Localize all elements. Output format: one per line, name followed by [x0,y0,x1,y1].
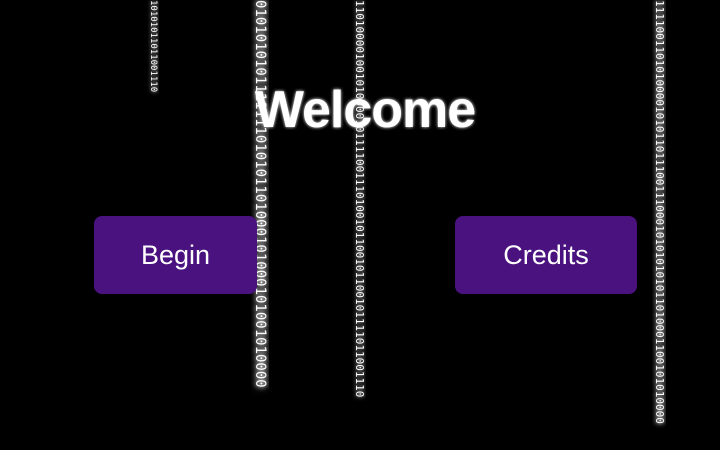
main-menu-screen: 10101011011001110 0101010101111111010101… [0,0,720,450]
binary-rain-text: 10101011011001110 [148,0,158,93]
credits-button[interactable]: Credits [455,216,637,294]
binary-rain-column: 1101000010010100001011110011101001011001… [352,0,366,450]
binary-rain-text: 1101000010010100001011110011101001011001… [353,0,366,398]
begin-button[interactable]: Begin [94,216,257,294]
binary-rain-column: 1111001101010000101011011100111000101010… [652,0,666,430]
binary-rain-text: 0101010101111111010101101000101000101001… [252,0,268,388]
welcome-title: Welcome [254,81,476,139]
binary-rain-text: 1111001101010000101011011100111000101010… [653,0,666,424]
